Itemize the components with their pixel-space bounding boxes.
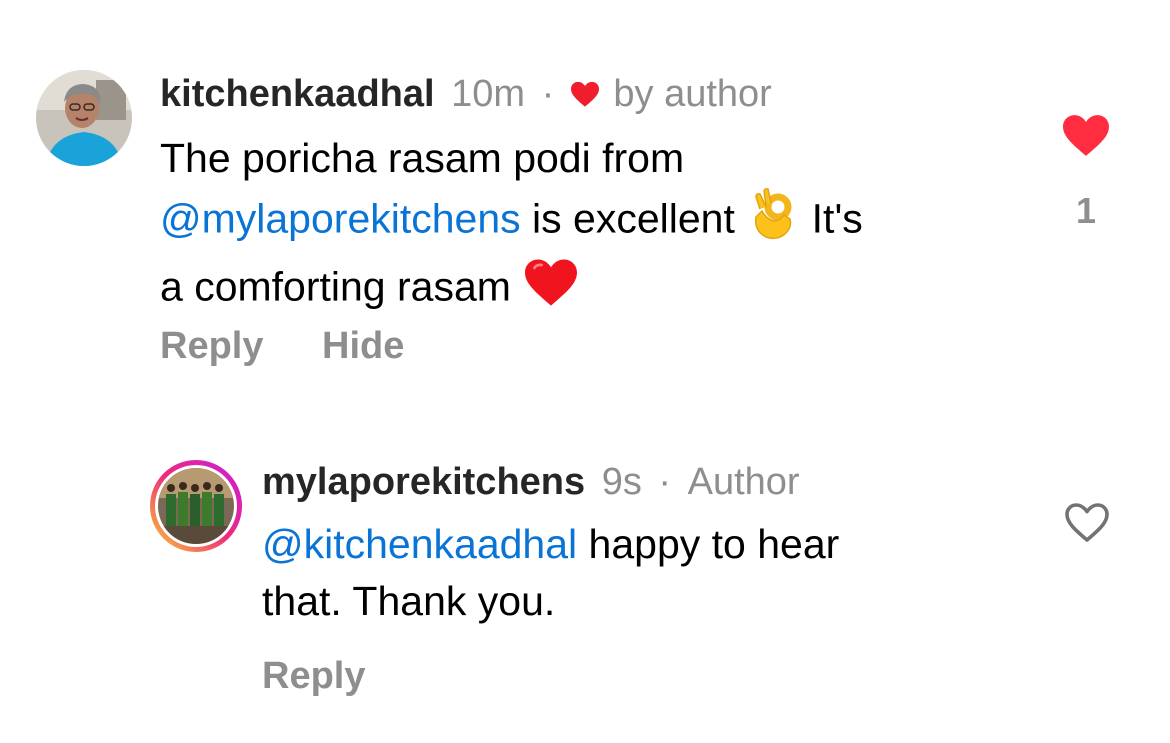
like-button[interactable] xyxy=(1062,500,1112,544)
hide-button[interactable]: Hide xyxy=(322,325,404,367)
separator: · xyxy=(658,461,672,503)
comment-text-part1: happy to hear xyxy=(577,521,840,567)
comment-actions: Reply Hide xyxy=(160,324,404,368)
liked-by-author-label: by author xyxy=(613,73,772,115)
comment-actions: Reply xyxy=(262,654,365,698)
comment-mylaporekitchens: mylaporekitchens 9s · Author @kitchenkaa… xyxy=(0,440,1170,743)
mention-link[interactable]: @mylaporekitchens xyxy=(160,195,521,241)
ok-hand-emoji xyxy=(746,187,800,256)
comment-text-part2: is excellent xyxy=(520,195,747,242)
comment-text-line2: that. Thank you. xyxy=(262,578,556,624)
avatar-image xyxy=(36,70,132,166)
username[interactable]: mylaporekitchens xyxy=(262,461,585,503)
reply-button[interactable]: Reply xyxy=(160,325,263,367)
red-heart-emoji xyxy=(522,256,580,323)
comment-text: @kitchenkaadhal happy to hear that. Than… xyxy=(262,516,1022,630)
like-button[interactable] xyxy=(1060,112,1112,158)
avatar-kitchenkaadhal[interactable] xyxy=(36,70,132,166)
mention-link[interactable]: @kitchenkaadhal xyxy=(262,521,577,567)
avatar-mylaporekitchens[interactable] xyxy=(148,458,244,554)
timestamp: 9s xyxy=(601,461,642,503)
comment-text-line3: a comforting rasam xyxy=(160,263,523,310)
timestamp: 10m xyxy=(451,73,526,115)
author-badge: Author xyxy=(687,461,800,503)
comment-text-line1: The poricha rasam podi from xyxy=(160,135,685,181)
like-count: 1 xyxy=(1075,190,1097,231)
separator: · xyxy=(541,73,555,115)
heart-filled-icon xyxy=(1063,115,1109,156)
heart-outline-icon xyxy=(1065,503,1109,542)
username[interactable]: kitchenkaadhal xyxy=(160,73,435,115)
reply-button[interactable]: Reply xyxy=(262,655,365,697)
comment-header: mylaporekitchens 9s · Author xyxy=(262,460,800,504)
avatar-image xyxy=(150,460,242,552)
comment-text: The poricha rasam podi from @mylaporekit… xyxy=(160,130,1040,323)
comment-header: kitchenkaadhal 10m · by author xyxy=(160,72,772,118)
heart-filled-icon xyxy=(569,74,601,118)
comment-kitchenkaadhal: kitchenkaadhal 10m · by author The poric… xyxy=(0,0,1170,400)
comment-text-part3: It's xyxy=(800,195,863,242)
